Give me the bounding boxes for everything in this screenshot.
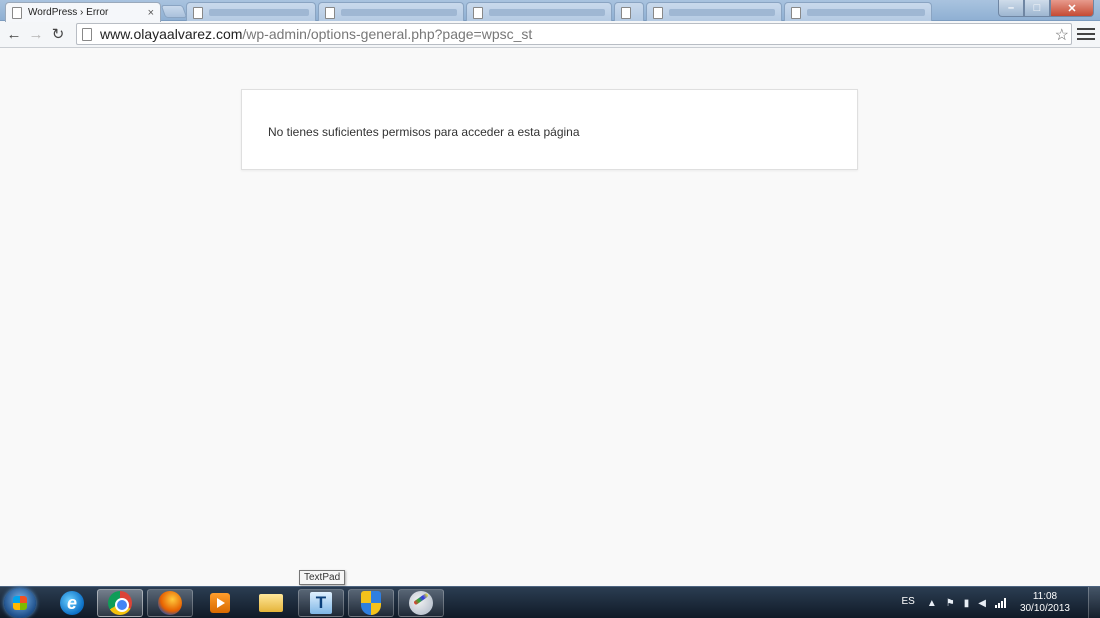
tab-label-blurred bbox=[489, 9, 605, 16]
page-icon bbox=[791, 6, 801, 19]
tab-background[interactable] bbox=[784, 2, 932, 22]
show-desktop-button[interactable] bbox=[1088, 587, 1100, 618]
taskbar-media-player[interactable] bbox=[197, 589, 243, 617]
folder-icon bbox=[259, 594, 283, 612]
arrow-right-icon: → bbox=[28, 25, 44, 43]
tab-label-blurred bbox=[807, 9, 925, 16]
window-controls: – □ ✕ bbox=[998, 0, 1094, 17]
url-path: /wp-admin/options-general.php?page=wpsc_… bbox=[242, 26, 533, 42]
error-message: No tienes suficientes permisos para acce… bbox=[268, 125, 580, 139]
url-host: www.olayaalvarez.com bbox=[100, 26, 243, 42]
windows-taskbar: e T ES ▲ ⚑ ▮ ◀ 11:08 30/10/2013 bbox=[0, 586, 1100, 618]
page-icon bbox=[325, 6, 335, 19]
page-icon bbox=[653, 6, 663, 19]
shield-icon bbox=[361, 591, 381, 615]
tab-label-blurred bbox=[669, 9, 775, 16]
maximize-button[interactable]: □ bbox=[1024, 0, 1050, 17]
action-center-flag-icon[interactable]: ⚑ bbox=[946, 598, 955, 609]
taskbar-textpad[interactable]: T bbox=[298, 589, 344, 617]
taskbar-firefox[interactable] bbox=[147, 589, 193, 617]
back-button[interactable]: ← bbox=[3, 23, 25, 45]
tab-background[interactable] bbox=[614, 2, 644, 22]
browser-title-bar: WordPress › Error × – □ ✕ bbox=[0, 0, 1100, 22]
page-icon bbox=[82, 27, 92, 41]
tab-close-icon[interactable]: × bbox=[148, 7, 154, 19]
internet-explorer-icon: e bbox=[60, 591, 84, 615]
taskbar-paint[interactable] bbox=[398, 589, 444, 617]
chrome-menu-button[interactable] bbox=[1077, 24, 1095, 44]
page-icon bbox=[473, 6, 483, 19]
system-tray: ES ▲ ⚑ ▮ ◀ 11:08 30/10/2013 bbox=[902, 587, 1100, 618]
tab-label: WordPress › Error bbox=[28, 7, 109, 18]
tab-background[interactable] bbox=[646, 2, 782, 22]
taskbar-internet-explorer[interactable]: e bbox=[49, 589, 95, 617]
language-indicator[interactable]: ES bbox=[902, 596, 915, 607]
show-hidden-icons-button[interactable]: ▲ bbox=[927, 598, 937, 609]
media-player-icon bbox=[210, 593, 230, 613]
page-icon bbox=[621, 6, 631, 19]
textpad-icon: T bbox=[310, 592, 332, 614]
tab-background[interactable] bbox=[466, 2, 612, 22]
power-icon[interactable]: ▮ bbox=[964, 598, 970, 609]
forward-button[interactable]: → bbox=[25, 23, 47, 45]
page-icon bbox=[193, 6, 203, 19]
arrow-left-icon: ← bbox=[6, 25, 22, 43]
volume-icon[interactable]: ◀ bbox=[978, 598, 986, 609]
reload-icon: ↻ bbox=[51, 26, 65, 43]
bookmark-star-icon[interactable]: ☆ bbox=[1055, 25, 1069, 45]
clock[interactable]: 11:08 30/10/2013 bbox=[1020, 591, 1070, 615]
url-text[interactable]: www.olayaalvarez.com/wp-admin/options-ge… bbox=[100, 26, 532, 42]
tab-background[interactable] bbox=[186, 2, 316, 22]
new-tab-button[interactable] bbox=[160, 5, 188, 18]
taskbar-chrome[interactable] bbox=[97, 589, 143, 617]
reload-button[interactable]: ↻ bbox=[47, 23, 69, 45]
chrome-icon bbox=[108, 591, 132, 615]
network-signal-icon[interactable] bbox=[994, 598, 1006, 608]
browser-toolbar: ← → ↻ www.olayaalvarez.com/wp-admin/opti… bbox=[0, 21, 1100, 48]
taskbar-tooltip: TextPad bbox=[299, 570, 346, 585]
tab-background[interactable] bbox=[318, 2, 464, 22]
window-close-button[interactable]: ✕ bbox=[1050, 0, 1094, 17]
page-content: No tienes suficientes permisos para acce… bbox=[0, 49, 1100, 586]
clock-date: 30/10/2013 bbox=[1019, 603, 1070, 614]
taskbar-security-shield[interactable] bbox=[348, 589, 394, 617]
wp-error-box: No tienes suficientes permisos para acce… bbox=[241, 89, 858, 170]
taskbar-windows-explorer[interactable] bbox=[248, 589, 294, 617]
address-bar[interactable]: www.olayaalvarez.com/wp-admin/options-ge… bbox=[76, 23, 1072, 45]
tab-label-blurred bbox=[341, 9, 457, 16]
firefox-icon bbox=[158, 591, 182, 615]
paint-palette-icon bbox=[409, 591, 433, 615]
tab-label-blurred bbox=[209, 9, 309, 16]
page-icon bbox=[12, 6, 22, 19]
hamburger-icon bbox=[1077, 28, 1095, 30]
minimize-button[interactable]: – bbox=[998, 0, 1024, 17]
clock-time: 11:08 bbox=[1032, 591, 1058, 602]
tab-wordpress-error[interactable]: WordPress › Error × bbox=[5, 2, 161, 22]
start-button[interactable] bbox=[4, 588, 36, 618]
